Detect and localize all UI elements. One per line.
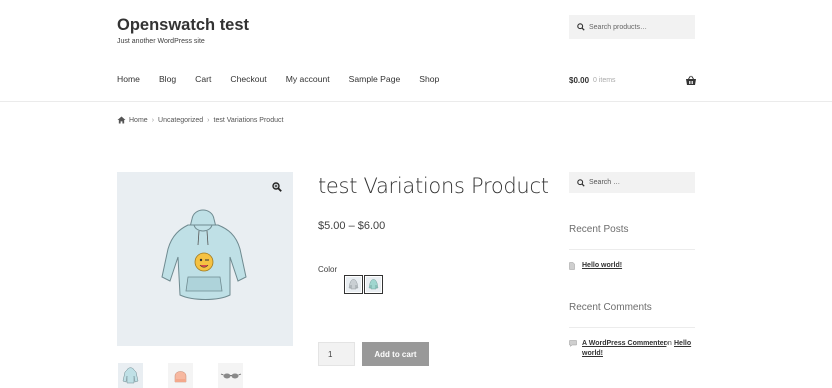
widget-divider	[569, 249, 695, 250]
comment-author-link[interactable]: A WordPress Commenter	[582, 340, 666, 347]
recent-posts-title: Recent Posts	[569, 224, 629, 235]
breadcrumb-category[interactable]: Uncategorized	[158, 117, 203, 124]
basket-icon[interactable]	[685, 75, 697, 87]
sunglasses-thumbnail[interactable]	[218, 363, 243, 388]
search-icon	[577, 178, 585, 187]
primary-navigation: Home Blog Cart Checkout My account Sampl…	[117, 74, 458, 84]
nav-item-home[interactable]: Home	[117, 74, 140, 84]
color-attribute-label: Color	[318, 265, 338, 274]
comment-post-link-continued[interactable]: world!	[582, 350, 603, 357]
breadcrumb: Home › Uncategorized › test Variations P…	[117, 116, 283, 124]
product-price: $5.00 – $6.00	[318, 220, 386, 232]
zoom-icon[interactable]	[272, 182, 282, 192]
add-to-cart-button[interactable]: Add to cart	[362, 342, 429, 366]
hoodie-image	[161, 209, 247, 300]
recent-post-link[interactable]: Hello world!	[582, 262, 622, 269]
header-divider	[0, 101, 832, 102]
sidebar-search-input[interactable]: Search …	[569, 172, 695, 193]
nav-item-sample-page[interactable]: Sample Page	[349, 74, 401, 84]
nav-item-cart[interactable]: Cart	[195, 74, 211, 84]
comment-on-text: on	[664, 340, 672, 347]
sidebar-search-placeholder: Search …	[589, 179, 621, 186]
nav-item-shop[interactable]: Shop	[419, 74, 439, 84]
product-title: test Variations Product	[318, 174, 549, 198]
breadcrumb-separator: ›	[207, 116, 210, 124]
nav-item-blog[interactable]: Blog	[159, 74, 176, 84]
header-search-placeholder: Search products…	[589, 23, 647, 31]
document-icon	[569, 262, 575, 270]
breadcrumb-home[interactable]: Home	[129, 117, 148, 124]
site-tagline: Just another WordPress site	[117, 38, 205, 45]
widget-divider	[569, 327, 695, 328]
site-title[interactable]: Openswatch test	[117, 16, 249, 35]
hoodie-thumbnail[interactable]	[118, 363, 143, 388]
cart-item-count[interactable]: 0 items	[593, 77, 616, 84]
search-icon	[577, 23, 585, 31]
nav-item-my-account[interactable]: My account	[286, 74, 330, 84]
comment-icon	[569, 340, 577, 347]
breadcrumb-separator: ›	[151, 116, 155, 124]
breadcrumb-current: test Variations Product	[213, 116, 284, 124]
grey-hoodie-swatch[interactable]	[344, 275, 363, 294]
cart-amount[interactable]: $0.00	[569, 76, 589, 85]
nav-item-checkout[interactable]: Checkout	[230, 74, 266, 84]
beanie-thumbnail[interactable]	[168, 363, 193, 388]
recent-comments-title: Recent Comments	[569, 302, 652, 313]
comment-post-link[interactable]: Hello	[674, 340, 691, 347]
home-icon	[117, 116, 126, 124]
quantity-input[interactable]: 1	[318, 342, 355, 366]
teal-hoodie-swatch[interactable]	[364, 275, 383, 294]
header-search-input[interactable]: Search products…	[569, 15, 695, 39]
